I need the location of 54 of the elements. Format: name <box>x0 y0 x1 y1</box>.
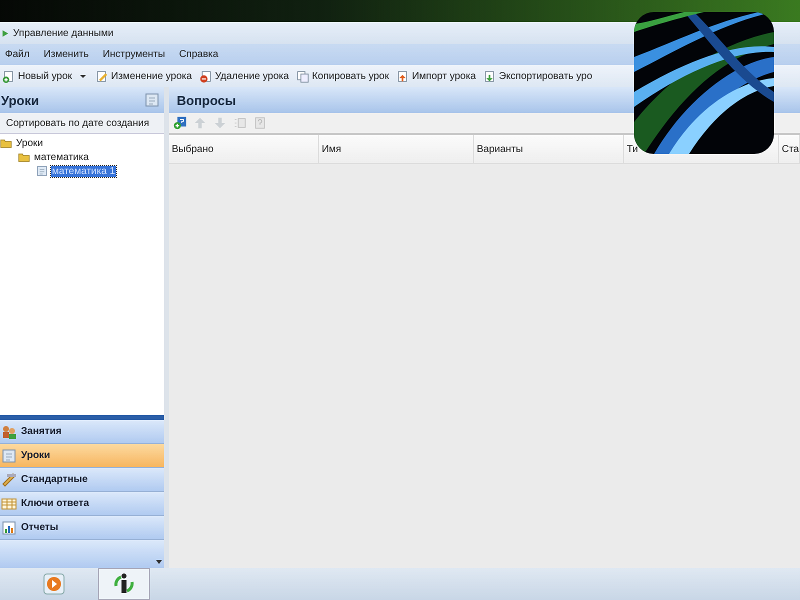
toolbar-button[interactable]: Удаление урока <box>196 68 291 84</box>
folder-icon <box>0 137 12 149</box>
app-icon <box>1 28 9 38</box>
toolbar-button[interactable] <box>172 116 187 130</box>
document-icon <box>1 448 17 464</box>
caret-icon <box>80 74 86 78</box>
window-title: Управление данными <box>13 28 114 38</box>
taskbar-button[interactable] <box>98 568 150 600</box>
help-icon <box>252 116 267 130</box>
play-icon <box>42 572 66 596</box>
column-header[interactable]: Ти <box>624 135 638 163</box>
menu-item[interactable]: Изменить <box>44 49 89 60</box>
tree-item[interactable]: математика <box>33 152 90 162</box>
column-header[interactable]: Варианты <box>474 135 624 163</box>
navigation-button[interactable]: Уроки <box>0 444 164 468</box>
copy-icon <box>296 70 309 82</box>
panel-title: Вопросы <box>176 92 236 108</box>
navigation-button[interactable]: Отчеты <box>0 516 164 540</box>
toolbar-button[interactable]: Импорт урока <box>394 68 478 84</box>
column-header[interactable]: Выбрано <box>168 135 319 163</box>
folder-icon <box>18 151 30 163</box>
menu-item[interactable]: Инструменты <box>102 49 166 60</box>
navigation-button[interactable]: Занятия <box>0 420 164 444</box>
new-document-icon <box>2 70 15 82</box>
document-icon <box>36 165 48 177</box>
up-arrow-icon <box>192 116 207 130</box>
toolbar-button[interactable]: Копировать урок <box>294 68 391 84</box>
bar-chart-icon <box>1 520 17 536</box>
tree-item[interactable]: Уроки <box>15 138 44 148</box>
people-icon <box>1 424 17 440</box>
import-icon <box>396 70 409 82</box>
menu-item[interactable]: Справка <box>179 49 218 60</box>
navigation-button[interactable]: Ключи ответа <box>0 492 164 516</box>
export-icon <box>482 70 496 82</box>
table-icon <box>1 496 17 512</box>
toolbar-button[interactable]: Изменение урока <box>93 68 194 84</box>
toolbar-button[interactable]: Экспортировать уро <box>480 68 594 84</box>
document-icon <box>144 92 160 108</box>
chevron-icon[interactable] <box>156 560 162 564</box>
panel-title: Уроки <box>1 92 39 108</box>
pencil-document-icon <box>95 70 108 82</box>
column-header[interactable]: Имя <box>318 135 474 163</box>
navigation-button[interactable]: Стандартные <box>0 468 164 492</box>
column-header[interactable]: Ста <box>778 135 800 163</box>
add-question-icon <box>172 116 187 130</box>
delete-document-icon <box>198 70 212 82</box>
splitter-grip[interactable] <box>0 415 164 420</box>
info-refresh-icon <box>112 572 136 596</box>
down-arrow-icon <box>212 116 227 130</box>
toolbar-button[interactable]: Новый урок <box>0 68 90 84</box>
menu-item[interactable]: Файл <box>5 49 30 60</box>
sort-button[interactable]: Сортировать по дате создания <box>0 113 164 134</box>
list-icon <box>232 116 247 130</box>
ruler-icon <box>1 472 17 488</box>
